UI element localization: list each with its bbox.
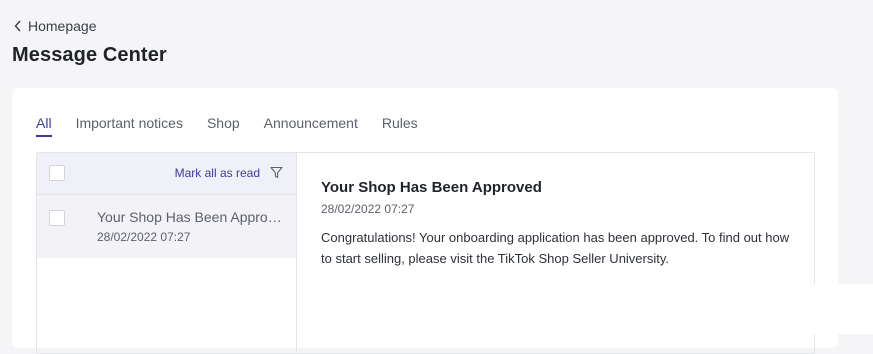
message-item-title: Your Shop Has Been Approved (97, 209, 283, 225)
back-link-label: Homepage (28, 18, 97, 34)
page-title: Message Center (12, 44, 167, 66)
tab-rules[interactable]: Rules (382, 115, 418, 137)
back-to-homepage-link[interactable]: Homepage (14, 18, 97, 34)
message-list-header: Mark all as read (37, 153, 296, 195)
message-list: Mark all as read Your Shop Has Been Appr… (37, 153, 297, 353)
message-checkbox[interactable] (49, 210, 65, 226)
chevron-left-icon (14, 20, 22, 32)
message-card: All Important notices Shop Announcement … (12, 88, 838, 354)
select-all-checkbox[interactable] (49, 165, 65, 181)
filter-icon[interactable] (270, 166, 283, 184)
mark-all-read-button[interactable]: Mark all as read (175, 166, 260, 180)
tab-important-notices[interactable]: Important notices (76, 115, 183, 137)
message-panel: Mark all as read Your Shop Has Been Appr… (36, 152, 815, 354)
white-overlay (814, 284, 873, 334)
tab-announcement[interactable]: Announcement (264, 115, 358, 137)
tab-all[interactable]: All (36, 115, 52, 137)
message-detail-title: Your Shop Has Been Approved (321, 179, 542, 196)
message-detail-date: 28/02/2022 07:27 (321, 202, 415, 216)
list-item[interactable]: Your Shop Has Been Approved 28/02/2022 0… (37, 195, 296, 258)
message-item-date: 28/02/2022 07:27 (97, 230, 191, 244)
message-detail: Your Shop Has Been Approved 28/02/2022 0… (297, 153, 814, 353)
tab-bar: All Important notices Shop Announcement … (36, 115, 418, 137)
tab-shop[interactable]: Shop (207, 115, 240, 137)
message-detail-body: Congratulations! Your onboarding applica… (321, 230, 790, 266)
